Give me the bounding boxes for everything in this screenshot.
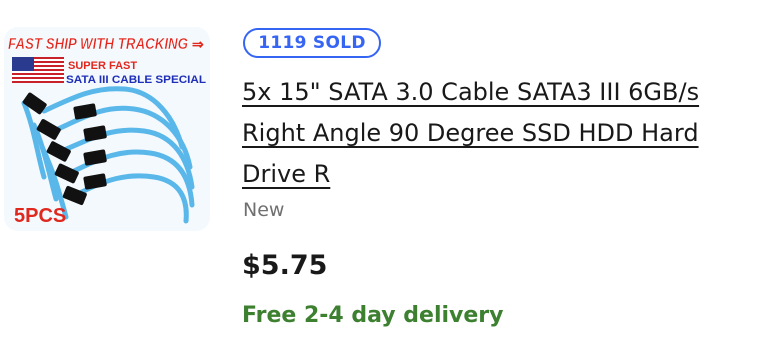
image-caption-1: SUPER FAST bbox=[68, 60, 137, 72]
sold-count-badge: 1119 SOLD bbox=[243, 28, 381, 58]
item-condition: New bbox=[243, 199, 285, 221]
listing-card: FAST SHIP WITH TRACKING ⇒ SUPER FAST SAT… bbox=[0, 0, 762, 354]
image-banner-text: FAST SHIP WITH TRACKING bbox=[8, 36, 188, 53]
image-quantity-text: 5PCS bbox=[14, 205, 66, 227]
product-image[interactable]: FAST SHIP WITH TRACKING ⇒ SUPER FAST SAT… bbox=[4, 27, 210, 231]
us-flag-icon bbox=[12, 57, 64, 83]
listing-title-link[interactable]: 5x 15" SATA 3.0 Cable SATA3 III 6GB/s Ri… bbox=[242, 72, 754, 195]
image-caption-2: SATA III CABLE SPECIAL bbox=[66, 74, 206, 86]
item-price: $5.75 bbox=[242, 250, 328, 281]
delivery-info: Free 2-4 day delivery bbox=[242, 303, 504, 328]
svg-text:⇒: ⇒ bbox=[192, 36, 204, 52]
